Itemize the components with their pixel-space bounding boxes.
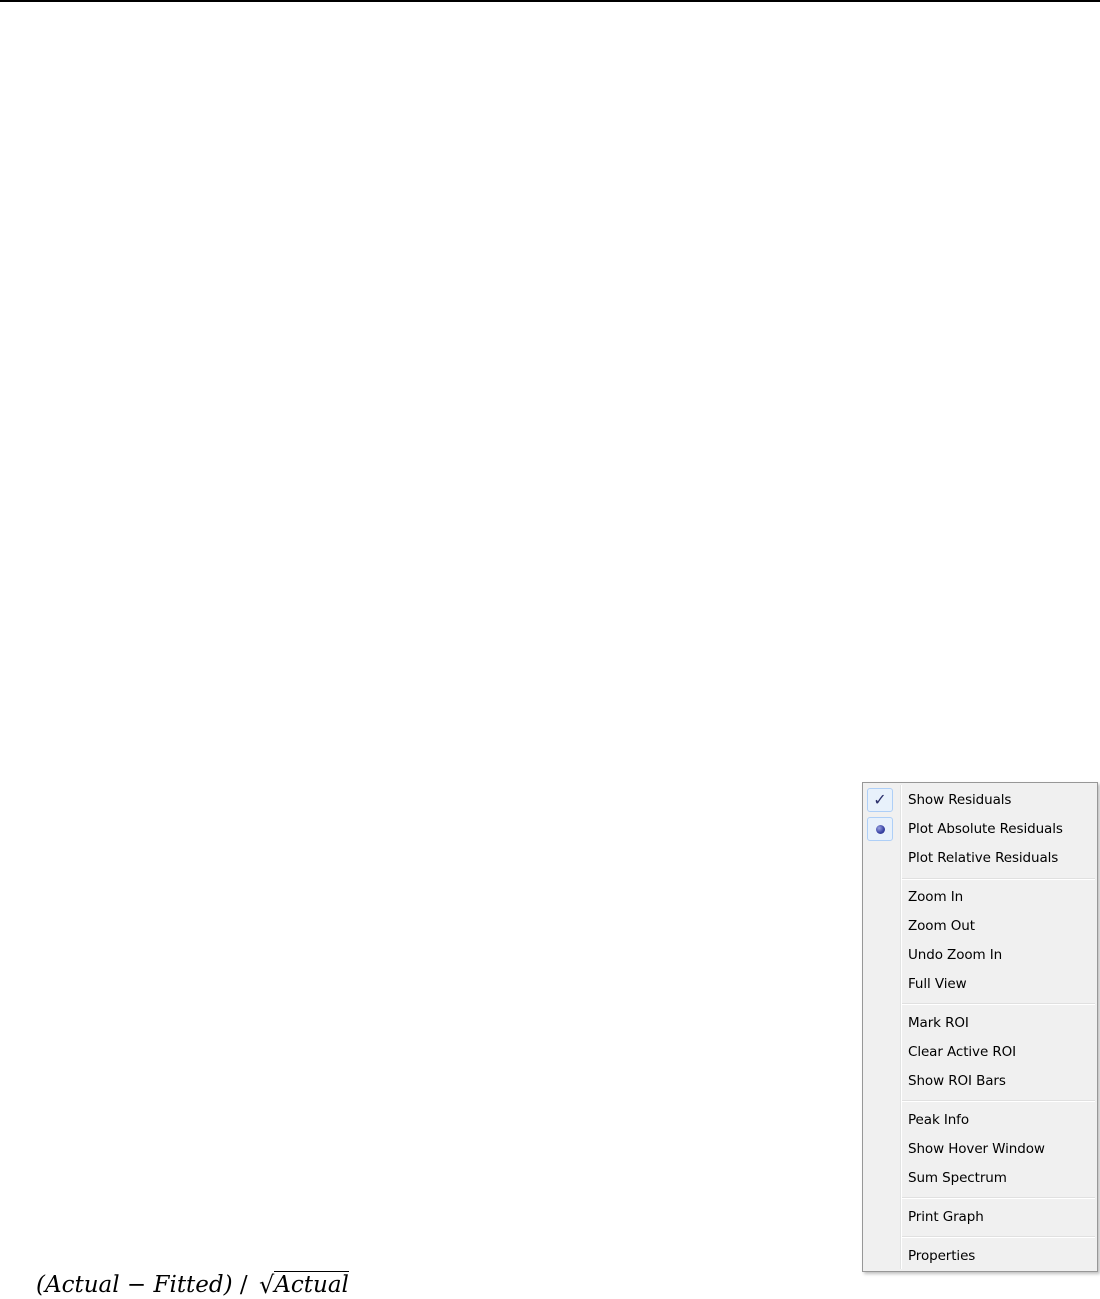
menu-item-label: Plot Absolute Residuals <box>908 821 1063 837</box>
menu-item-mark-roi[interactable]: Mark ROI <box>865 1009 1095 1037</box>
menu-item-peak-info[interactable]: Peak Info <box>865 1106 1095 1134</box>
menu-item-label: Plot Relative Residuals <box>908 850 1059 866</box>
menu-item-label: Sum Spectrum <box>908 1170 1007 1186</box>
menu-item-show-hover-window[interactable]: Show Hover Window <box>865 1135 1095 1163</box>
menu-item-show-residuals[interactable]: ✓ Show Residuals <box>865 786 1095 814</box>
menu-item-undo-zoom-in[interactable]: Undo Zoom In <box>865 941 1095 969</box>
menu-item-label: Peak Info <box>908 1112 969 1128</box>
formula-actual-open: (Actual <box>36 1272 120 1298</box>
context-menu: ✓ Show Residuals Plot Absolute Residuals… <box>862 782 1098 1272</box>
relative-residual-formula: (Actual − Fitted) / √ Actual <box>36 1262 349 1299</box>
menu-item-label: Show ROI Bars <box>908 1073 1006 1089</box>
square-root-icon: √ <box>258 1271 275 1299</box>
menu-separator <box>902 878 1095 880</box>
menu-item-label: Print Graph <box>908 1209 984 1225</box>
menu-item-label: Show Residuals <box>908 792 1012 808</box>
menu-item-label: Properties <box>908 1248 976 1264</box>
radio-dot-icon <box>876 825 885 834</box>
menu-item-label: Show Hover Window <box>908 1141 1045 1157</box>
formula-fitted: Fitted) <box>153 1272 233 1298</box>
formula-minus: − <box>119 1272 154 1298</box>
top-rule <box>0 0 1100 2</box>
menu-item-label: Full View <box>908 976 967 992</box>
menu-separator <box>902 1236 1095 1238</box>
menu-item-show-roi-bars[interactable]: Show ROI Bars <box>865 1067 1095 1095</box>
menu-item-label: Clear Active ROI <box>908 1044 1017 1060</box>
menu-item-plot-absolute-residuals[interactable]: Plot Absolute Residuals <box>865 815 1095 843</box>
menu-separator <box>902 1003 1095 1005</box>
menu-item-clear-active-roi[interactable]: Clear Active ROI <box>865 1038 1095 1066</box>
menu-item-properties[interactable]: Properties <box>865 1242 1095 1270</box>
menu-item-plot-relative-residuals[interactable]: Plot Relative Residuals <box>865 844 1095 872</box>
menu-item-label: Mark ROI <box>908 1015 969 1031</box>
menu-item-label: Zoom Out <box>908 918 975 934</box>
menu-item-zoom-out[interactable]: Zoom Out <box>865 912 1095 940</box>
menu-item-label: Undo Zoom In <box>908 947 1003 963</box>
menu-item-full-view[interactable]: Full View <box>865 970 1095 998</box>
radio-indicator <box>867 817 893 841</box>
menu-item-zoom-in[interactable]: Zoom In <box>865 883 1095 911</box>
formula-radicand: Actual <box>274 1271 349 1298</box>
menu-separator <box>902 1100 1095 1102</box>
menu-separator <box>902 1197 1095 1199</box>
check-indicator: ✓ <box>867 788 893 812</box>
formula-slash: / <box>232 1272 255 1298</box>
menu-item-sum-spectrum[interactable]: Sum Spectrum <box>865 1164 1095 1192</box>
menu-item-print-graph[interactable]: Print Graph <box>865 1203 1095 1231</box>
menu-item-label: Zoom In <box>908 889 964 905</box>
check-icon: ✓ <box>873 790 887 809</box>
